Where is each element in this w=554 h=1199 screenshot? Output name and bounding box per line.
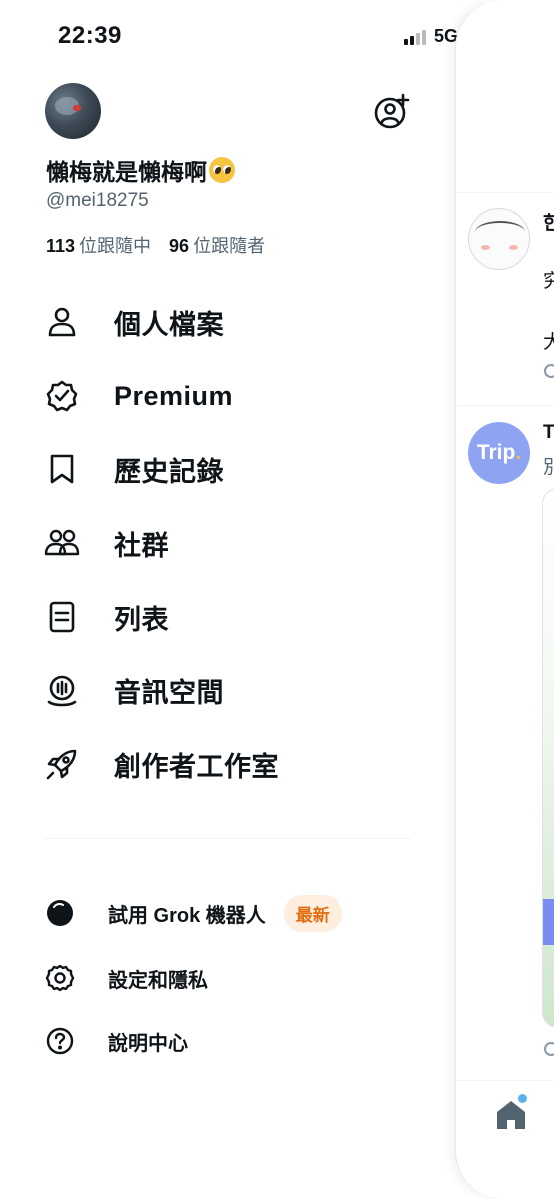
menu-item-settings[interactable]: 設定和隱私 <box>44 958 208 998</box>
tweet-author-avatar[interactable] <box>468 208 530 270</box>
grok-icon <box>47 900 73 926</box>
menu-item-bookmarks[interactable]: 歷史記錄 <box>44 439 424 499</box>
menu-item-grok[interactable]: 試用 Grok 機器人 最新 <box>44 893 342 933</box>
menu-divider <box>45 838 411 839</box>
signal-icon <box>404 29 426 45</box>
menu-label-communities: 社群 <box>114 530 169 561</box>
person-icon <box>48 307 76 337</box>
menu-item-communities[interactable]: 社群 <box>44 513 424 573</box>
menu-label-profile: 個人檔案 <box>114 309 224 340</box>
pleading-face-emoji-icon <box>209 157 235 183</box>
gear-icon <box>45 964 75 992</box>
follow-stats: 113 位跟隨中 96 位跟隨者 <box>46 232 265 258</box>
followers-link[interactable]: 96 位跟隨者 <box>169 232 265 258</box>
timeline-divider <box>456 405 554 406</box>
add-account-icon[interactable] <box>373 93 411 131</box>
menu-label-bookmarks: 歷史記錄 <box>114 456 224 487</box>
menu-label-creator-studio: 創作者工作室 <box>114 751 279 782</box>
following-link[interactable]: 113 位跟隨中 <box>46 232 151 258</box>
bookmark-icon <box>50 454 74 484</box>
navigation-drawer-screen: 22:39 5G 懶梅就是懶梅啊 @mei18275 113 位跟隨中 96 位跟隨… <box>0 0 554 1199</box>
menu-label-spaces: 音訊空間 <box>114 677 224 708</box>
menu-label-grok: 試用 Grok 機器人 <box>108 904 266 927</box>
tab-bar-divider <box>456 1080 554 1081</box>
menu-item-lists[interactable]: 列表 <box>44 587 424 647</box>
trip-logo-avatar[interactable]: Trip. <box>468 422 530 484</box>
display-name-text: 懶梅就是懶梅啊 <box>46 159 207 185</box>
tweet-snippet-5: 別 <box>543 452 554 479</box>
user-handle: @mei18275 <box>46 190 149 211</box>
notification-dot <box>518 1094 527 1103</box>
profile-avatar[interactable] <box>45 83 101 139</box>
help-icon <box>46 1027 74 1055</box>
status-time: 22:39 <box>58 22 122 49</box>
menu-label-settings: 設定和隱私 <box>108 969 208 992</box>
communities-icon <box>44 529 80 556</box>
home-icon[interactable] <box>494 1098 528 1132</box>
new-badge: 最新 <box>283 894 342 932</box>
spaces-icon <box>47 675 77 707</box>
menu-item-help[interactable]: 說明中心 <box>44 1021 188 1061</box>
reply-icon[interactable] <box>544 1042 554 1056</box>
timeline-peek-panel[interactable]: 한 究 大 Trip. T 別 <box>455 0 554 1199</box>
list-icon <box>49 601 75 633</box>
menu-label-help: 說明中心 <box>108 1032 188 1055</box>
display-name[interactable]: 懶梅就是懶梅啊 <box>46 153 235 187</box>
verified-badge-icon <box>46 380 78 412</box>
tweet-snippet-4: T <box>543 422 554 443</box>
tweet-snippet-3: 大 <box>543 327 554 354</box>
menu-item-creator-studio[interactable]: 創作者工作室 <box>44 734 424 794</box>
menu-item-spaces[interactable]: 音訊空間 <box>44 660 424 720</box>
tweet-snippet-2: 究 <box>543 266 554 293</box>
timeline-divider <box>456 192 554 193</box>
promoted-media-card[interactable] <box>542 488 554 1028</box>
menu-label-lists: 列表 <box>114 604 169 635</box>
menu-item-profile[interactable]: 個人檔案 <box>44 292 424 352</box>
reply-icon[interactable] <box>544 364 554 378</box>
menu-label-premium: Premium <box>114 380 234 411</box>
rocket-icon <box>46 749 77 780</box>
menu-item-premium[interactable]: Premium <box>44 366 424 426</box>
tweet-snippet-1: 한 <box>543 208 554 235</box>
